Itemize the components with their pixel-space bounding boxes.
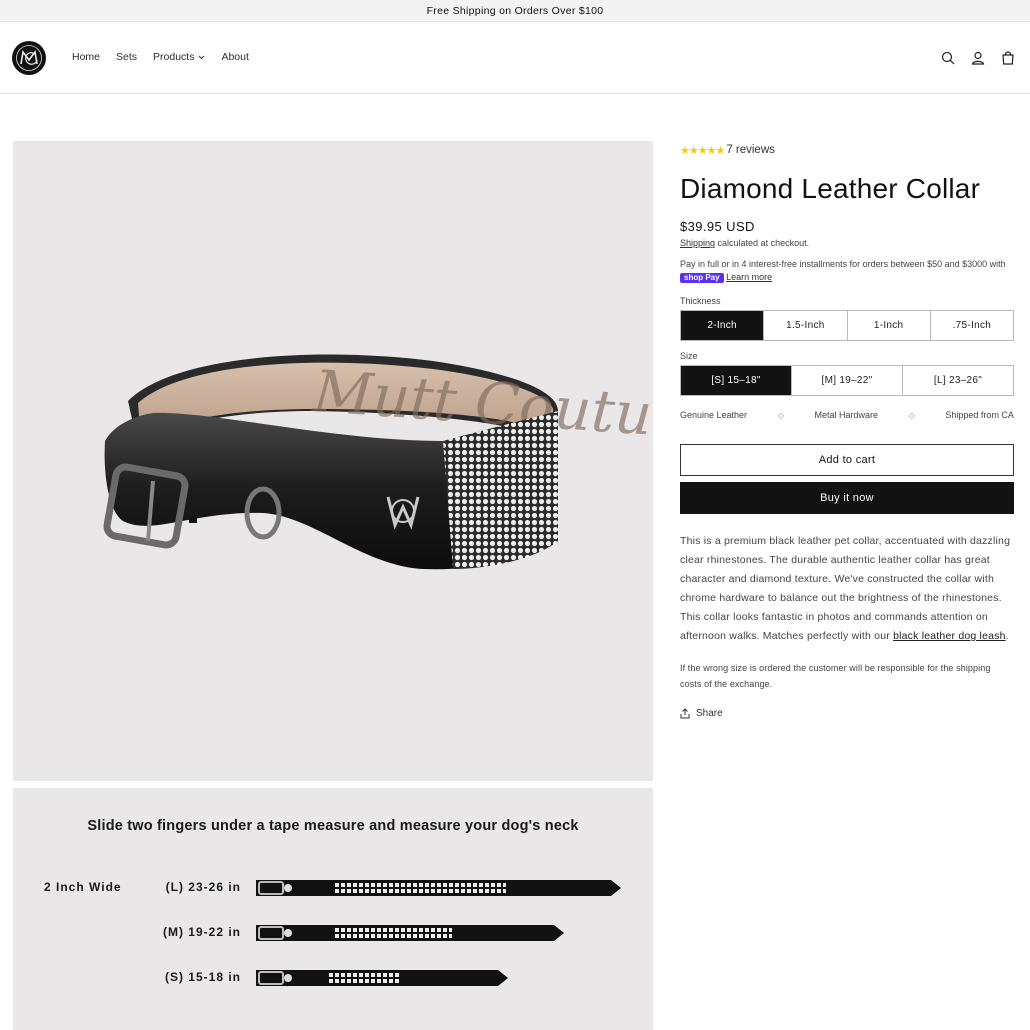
- feature-item: Metal Hardware: [814, 410, 878, 421]
- product-description: This is a premium black leather pet coll…: [680, 535, 1011, 643]
- rating-stars: ★★★★★: [680, 144, 725, 157]
- thickness-option-2in[interactable]: 2-Inch: [681, 311, 765, 341]
- size-options: [S] 15–18" [M] 19–22" [L] 23–26": [680, 365, 1014, 397]
- size-guide-width-label: 2 Inch Wide: [44, 880, 122, 894]
- product-rating[interactable]: ★★★★★ 7 reviews: [680, 141, 1014, 159]
- size-guide-row: (M) 19-22 in: [13, 921, 653, 945]
- site-header: Home Sets Products About: [0, 22, 1030, 94]
- thickness-option-1-5in[interactable]: 1.5-Inch: [764, 311, 848, 341]
- product-image-main[interactable]: Mutt Couture: [13, 141, 716, 781]
- size-guide-row: 2 Inch Wide (L) 23-26 in: [13, 876, 653, 900]
- shipping-note: Shipping calculated at checkout.: [680, 238, 810, 249]
- size-label: Size: [680, 351, 698, 362]
- collar-diagram-small: [256, 970, 508, 986]
- size-guide-row: (S) 15-18 in: [13, 966, 653, 990]
- diamond-icon: ◇: [908, 410, 915, 420]
- size-exchange-note: If the wrong size is ordered the custome…: [680, 663, 991, 690]
- size-option-l[interactable]: [L] 23–26": [903, 366, 1013, 395]
- size-option-s[interactable]: [S] 15–18": [681, 366, 792, 396]
- share-button[interactable]: Share: [680, 708, 1014, 719]
- shipping-link[interactable]: Shipping: [680, 238, 715, 248]
- feature-list: Genuine Leather ◇ Metal Hardware ◇ Shipp…: [680, 410, 1014, 420]
- nav-home[interactable]: Home: [72, 51, 100, 63]
- brand-logo[interactable]: [12, 41, 46, 75]
- product-info: ★★★★★ 7 reviews Diamond Leather Collar $…: [680, 141, 1014, 719]
- nav-about[interactable]: About: [221, 51, 248, 63]
- main-nav: Home Sets Products About: [72, 51, 265, 63]
- collar-photo: Mutt Couture: [103, 354, 716, 570]
- header-icons: [940, 50, 1016, 66]
- installments-note: Pay in full or in 4 interest-free instal…: [680, 259, 1006, 283]
- size-guide-label-l: (L) 23-26 in: [165, 880, 241, 894]
- thickness-option-1in[interactable]: 1-Inch: [848, 311, 931, 341]
- collar-diagram-large: [256, 880, 621, 896]
- reviews-count: 7 reviews: [726, 144, 775, 156]
- announcement-bar: Free Shipping on Orders Over $100: [0, 0, 1030, 22]
- nav-sets[interactable]: Sets: [116, 51, 137, 63]
- diamond-icon: ◇: [777, 410, 784, 420]
- share-icon: [680, 708, 690, 719]
- product-title: Diamond Leather Collar: [680, 173, 981, 204]
- cart-icon[interactable]: [1000, 50, 1016, 66]
- add-to-cart-button[interactable]: Add to cart: [680, 444, 1014, 477]
- size-guide-label-m: (M) 19-22 in: [162, 925, 241, 939]
- size-guide-title: Slide two fingers under a tape measure a…: [87, 818, 579, 834]
- leash-link[interactable]: black leather dog leash: [893, 630, 1006, 642]
- nav-products[interactable]: Products: [153, 51, 205, 63]
- thickness-option-0-75in[interactable]: .75-Inch: [931, 311, 1013, 340]
- product-price: $39.95 USD: [680, 219, 755, 235]
- size-option-m[interactable]: [M] 19–22": [792, 366, 903, 396]
- search-icon[interactable]: [940, 50, 956, 66]
- shoppay-logo: shop Pay: [680, 272, 724, 283]
- feature-item: Genuine Leather: [680, 410, 748, 421]
- thickness-options: 2-Inch 1.5-Inch 1-Inch .75-Inch: [680, 310, 1014, 342]
- collar-diagram-medium: [256, 925, 564, 941]
- size-guide-image[interactable]: Slide two fingers under a tape measure a…: [13, 788, 653, 1030]
- chevron-down-icon: [199, 55, 205, 59]
- learn-more-link[interactable]: Learn more: [726, 272, 772, 282]
- announcement-text: Free Shipping on Orders Over $100: [426, 4, 604, 17]
- thickness-label: Thickness: [680, 296, 721, 307]
- feature-item: Shipped from CA: [945, 410, 1014, 421]
- account-icon[interactable]: [970, 50, 986, 66]
- size-guide-label-s: (S) 15-18 in: [164, 970, 241, 984]
- buy-now-button[interactable]: Buy it now: [680, 482, 1014, 515]
